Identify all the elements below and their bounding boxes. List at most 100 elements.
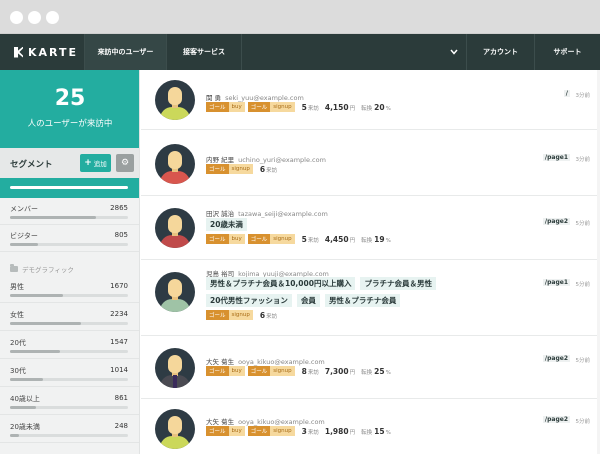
window-close-dot[interactable] <box>10 11 23 24</box>
visitor-count-panel: 25 人のユーザーが来訪中 <box>0 70 139 148</box>
user-card[interactable]: 田沢 誠治 tazawa_seiji@example.com 20歳未満 ゴール b… <box>141 196 600 260</box>
segment-bar-fill <box>10 434 20 437</box>
segment-bar <box>10 434 128 437</box>
visitor-count-label: 人のユーザーが来訪中 <box>27 119 113 129</box>
brand-name: KARTE <box>28 45 79 59</box>
avatar <box>155 80 195 120</box>
tab-service[interactable]: 接客サービス <box>166 34 242 70</box>
segment-name: 30代 <box>10 367 26 375</box>
segment-bar <box>10 216 128 219</box>
current-page-path[interactable]: /page2 <box>542 355 570 362</box>
user-card[interactable]: 大矢 菊生 ooya_kikuo@example.com ゴール buy ゴール si… <box>141 399 600 454</box>
goal-chips: ゴール buy ゴール signup 8 来訪 7,300 円 転換 25% <box>206 366 391 376</box>
segment-bar <box>10 406 128 409</box>
goal-chip-buy: ゴール buy <box>206 102 245 112</box>
segment-name: ビジター <box>10 232 38 240</box>
user-card[interactable]: 内野 紀里 uchino_yuri@example.com ゴール signup 6… <box>141 130 600 196</box>
visit-time: 5分前 <box>575 358 591 364</box>
segment-bar <box>10 322 128 325</box>
goal-chips: ゴール buy ゴール signup 5 来訪 4,450 円 転換 19% <box>206 234 391 244</box>
goal-chip-buy: ゴール buy <box>206 426 245 436</box>
goal-chip-signup: ゴール signup <box>206 164 253 174</box>
user-name-text: 内野 紀里 <box>206 156 235 164</box>
karte-logo-icon <box>14 46 23 58</box>
segment-name: 男性 <box>10 283 24 291</box>
segment-item-visitor[interactable]: ビジター 805 <box>0 225 139 252</box>
support-menu[interactable]: サポート <box>534 34 600 70</box>
tab-visiting-users[interactable]: 来訪中のユーザー <box>84 34 166 70</box>
segment-item-male[interactable]: 男性 1670 <box>0 276 139 303</box>
segment-group-demographic[interactable]: デモグラフィック <box>10 264 74 274</box>
user-email: ooya_kikuo@example.com <box>238 418 325 426</box>
segment-header: セグメント + 追加 ⚙ <box>0 148 139 178</box>
user-card[interactable]: 大矢 菊生 ooya_kikuo@example.com ゴール buy ゴール si… <box>141 336 600 399</box>
user-email: tazawa_seiji@example.com <box>238 210 328 218</box>
segment-item-30s[interactable]: 30代 1014 <box>0 360 139 387</box>
visitor-count: 25 <box>54 86 86 111</box>
segment-count: 2865 <box>110 204 128 212</box>
segment-count: 1670 <box>110 282 128 290</box>
segment-item-40-plus[interactable]: 40歳以上 861 <box>0 388 139 415</box>
selected-segment-bar <box>10 186 128 189</box>
folder-icon <box>10 264 18 272</box>
visit-count: 6 来訪 <box>259 310 278 320</box>
segment-name: 40歳以上 <box>10 395 40 403</box>
segment-item-20s[interactable]: 20代 1547 <box>0 332 139 359</box>
segment-item-member[interactable]: メンバー 2865 <box>0 198 139 225</box>
visit-time: 5分前 <box>575 282 591 288</box>
avatar <box>155 409 195 449</box>
segment-name: 20歳未満 <box>10 423 40 431</box>
segment-bar-fill <box>10 243 39 246</box>
add-segment-button[interactable]: + 追加 <box>80 154 111 172</box>
avatar-shirt <box>160 436 190 449</box>
conversion-rate: 転換 20% <box>361 102 391 112</box>
segment-count: 805 <box>114 231 128 239</box>
current-page-path[interactable]: /page2 <box>542 416 570 423</box>
visit-count: 5 来訪 <box>301 234 319 244</box>
segment-count: 861 <box>114 394 128 402</box>
user-email: ooya_kikuo@example.com <box>238 358 325 366</box>
segment-item-under-20[interactable]: 20歳未満 248 <box>0 416 139 443</box>
segment-count: 248 <box>114 422 128 430</box>
brand-logo[interactable]: KARTE <box>0 34 84 70</box>
tab-label: 来訪中のユーザー <box>97 48 154 56</box>
gear-icon: ⚙ <box>120 158 130 168</box>
segment-settings-button[interactable]: ⚙ <box>116 154 134 172</box>
visit-time: 3分前 <box>575 93 591 99</box>
goal-chip-signup: ゴール signup <box>206 310 253 320</box>
segment-bar-fill <box>10 378 44 381</box>
current-page-path[interactable]: / <box>563 90 570 97</box>
chevron-down-icon[interactable] <box>442 34 466 70</box>
browser-chrome <box>0 0 600 34</box>
segment-bar <box>10 243 128 246</box>
goal-chip-buy: ゴール buy <box>206 366 245 376</box>
selected-segment-row[interactable] <box>0 178 139 198</box>
segment-bar-fill <box>10 406 36 409</box>
segment-item-female[interactable]: 女性 2234 <box>0 304 139 331</box>
user-card[interactable]: 関 勇 seki_yuu@example.com ゴール buy ゴール signup… <box>141 70 600 130</box>
segment-tag: 会員 <box>296 294 320 307</box>
current-page-path[interactable]: /page1 <box>542 154 570 161</box>
segment-tag: 20歳未満 <box>206 218 247 231</box>
goal-chips: ゴール buy ゴール signup 3 来訪 1,980 円 転換 15% <box>206 426 391 436</box>
current-page-path[interactable]: /page2 <box>542 218 570 225</box>
tab-label: 接客サービス <box>183 48 225 56</box>
user-name-text: 大矢 菊生 <box>206 358 235 366</box>
account-menu[interactable]: アカウント <box>466 34 534 70</box>
visit-time: 5分前 <box>575 419 591 425</box>
goal-chip-signup: ゴール signup <box>247 102 295 112</box>
current-page-path[interactable]: /page1 <box>542 279 570 286</box>
window-minimize-dot[interactable] <box>28 11 41 24</box>
avatar <box>155 348 195 388</box>
segment-tag: 男性＆プラチナ会員 <box>324 294 401 307</box>
add-button-label: 追加 <box>93 160 107 168</box>
user-list: 関 勇 seki_yuu@example.com ゴール buy ゴール signup… <box>141 70 600 454</box>
segment-tag: 20代男性ファッション <box>206 294 292 307</box>
goal-chip-signup: ゴール signup <box>247 366 295 376</box>
conversion-rate: 転換 15% <box>361 426 391 436</box>
user-card[interactable]: 児島 裕司 kojima_yuuji@example.com 男性＆プラチナ会員＆… <box>141 260 600 336</box>
segment-name: 女性 <box>10 311 24 319</box>
window-maximize-dot[interactable] <box>46 11 59 24</box>
avatar <box>155 272 195 312</box>
avatar-shirt <box>160 235 190 248</box>
